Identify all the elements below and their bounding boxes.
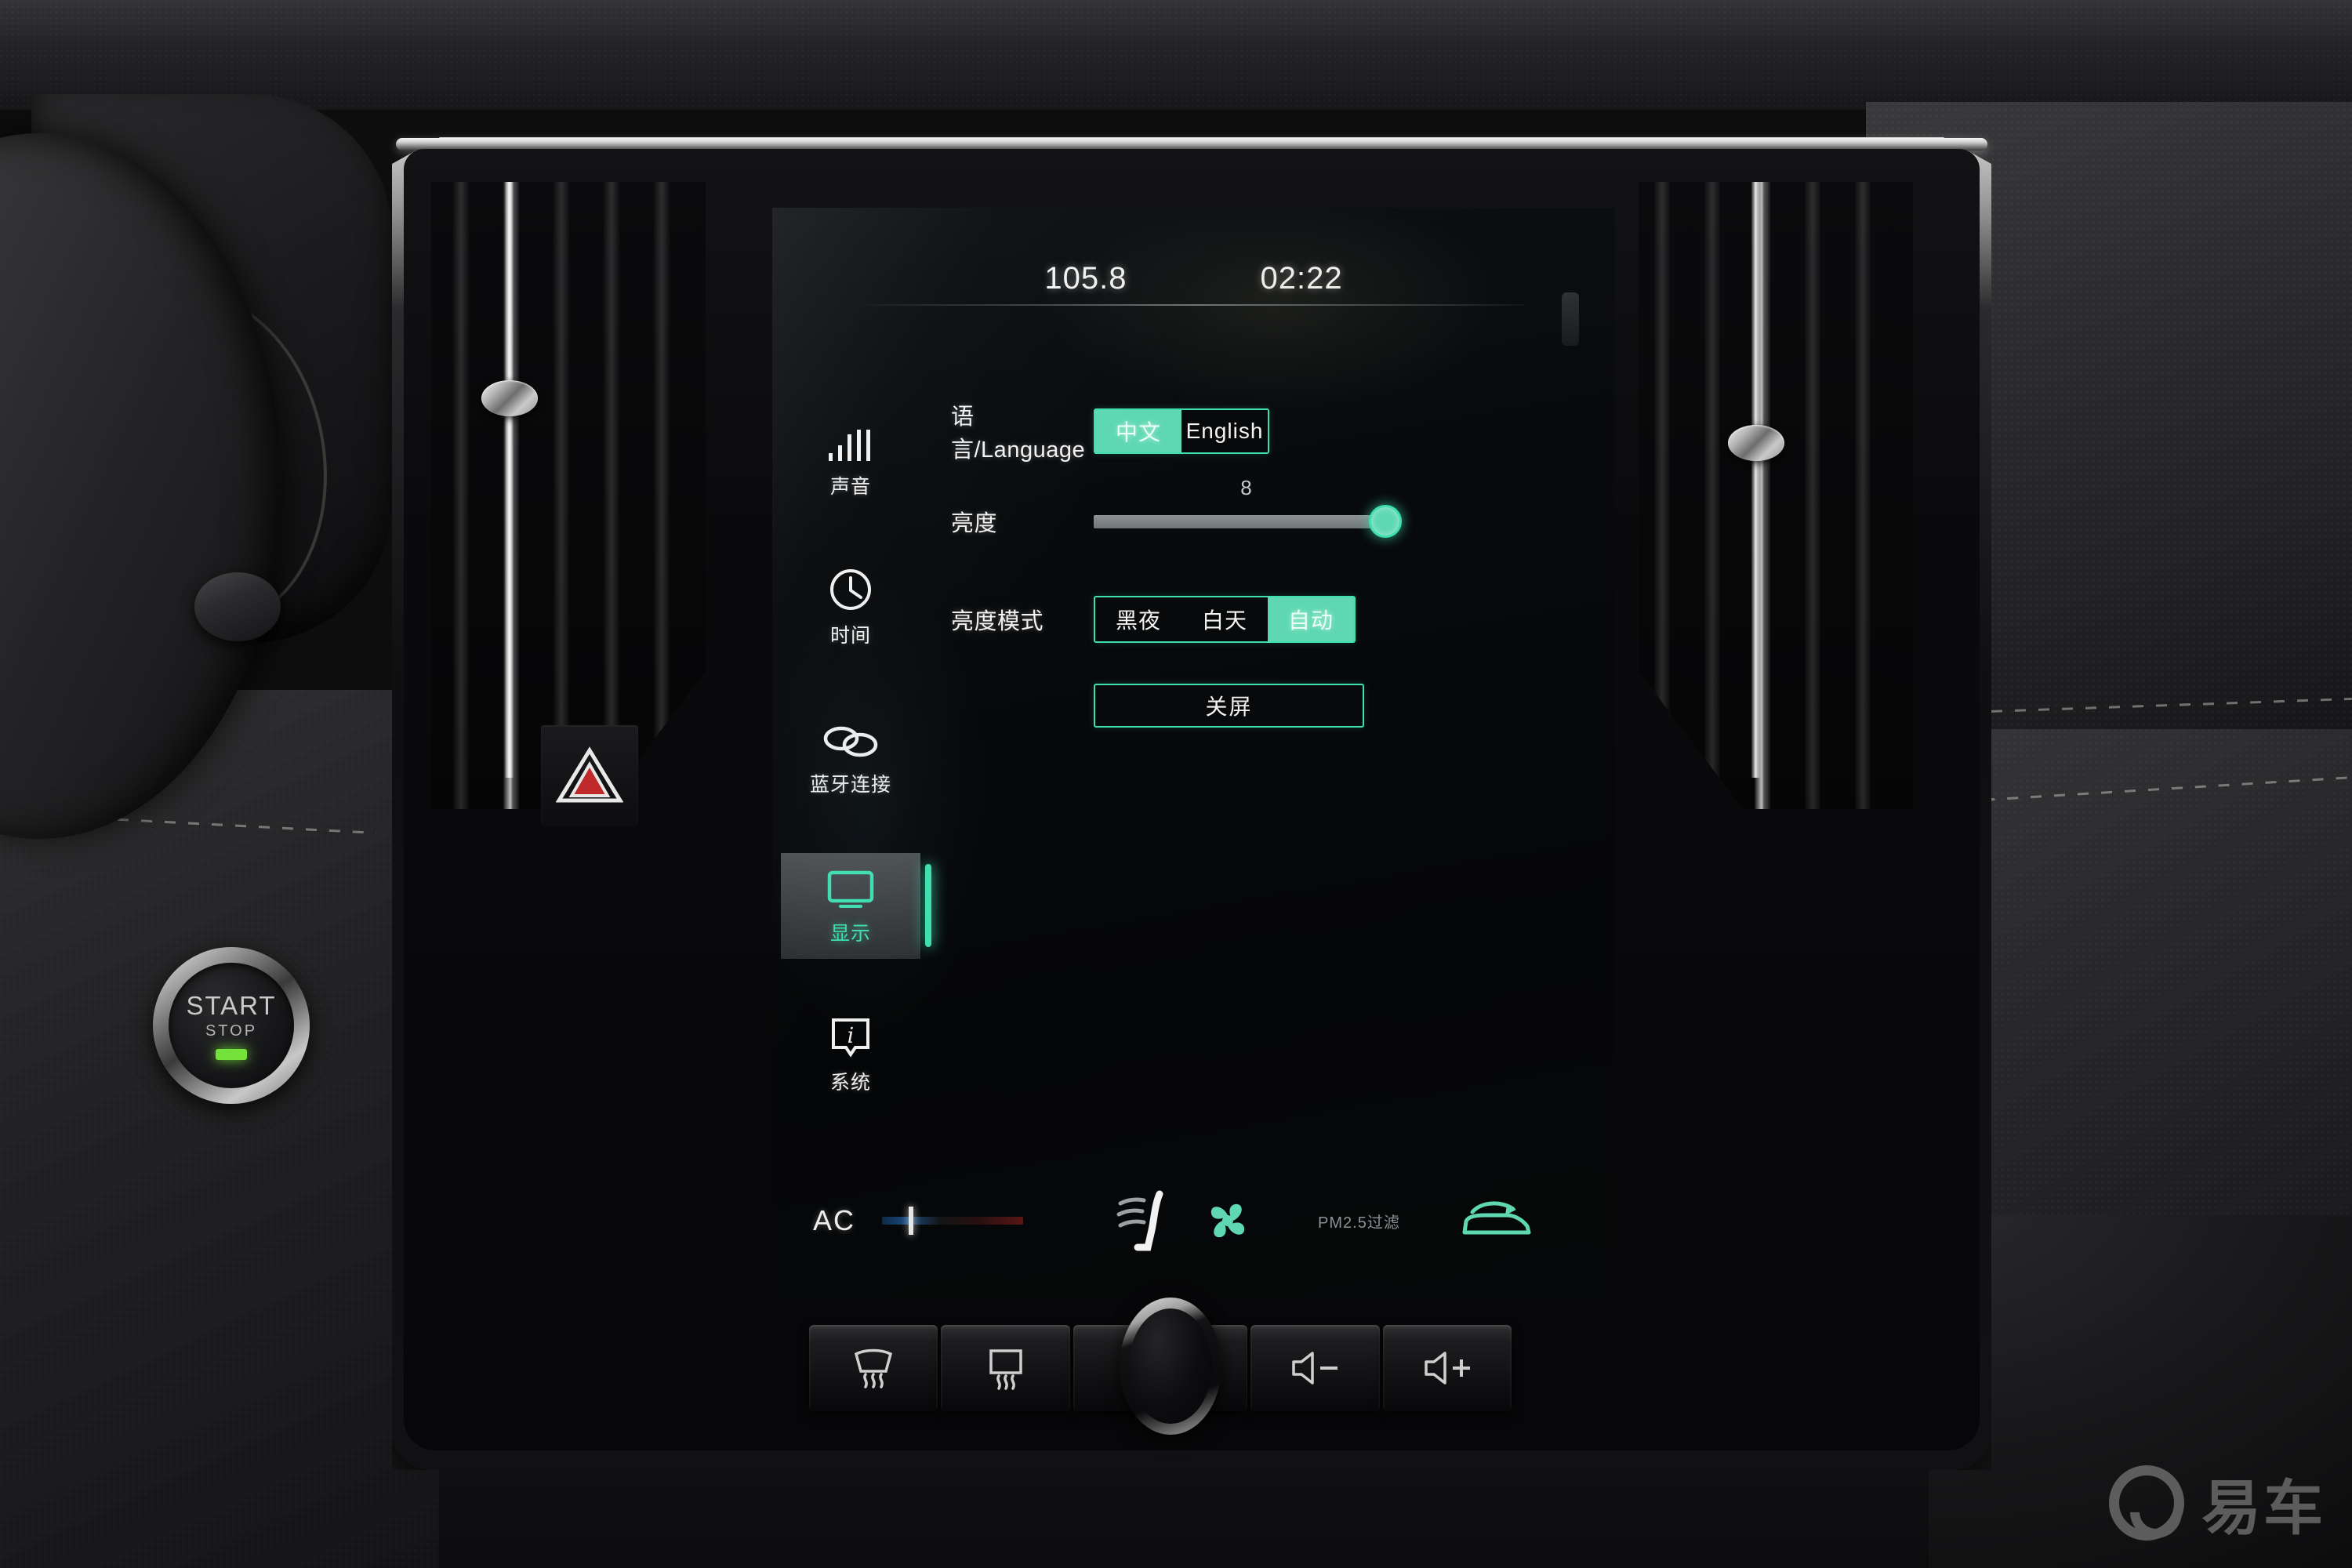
infotainment-screen[interactable]: 105.8 02:22 声音 时间 蓝牙连接 显示 i 系统 语言/Langua… <box>772 208 1615 1298</box>
settings-page: 声音 时间 蓝牙连接 显示 i 系统 语言/Language 中文 Englis… <box>772 345 1615 1164</box>
sidebar-label-sound: 声音 <box>829 476 871 498</box>
brightness-mode-auto[interactable]: 自动 <box>1268 597 1354 641</box>
sidebar-item-sound[interactable]: 声音 <box>781 406 920 512</box>
status-bar-divider <box>866 304 1525 306</box>
sidebar-label-bluetooth: 蓝牙连接 <box>809 774 891 796</box>
watermark-text: 易车 <box>2201 1473 2325 1543</box>
air-vent-right-dial[interactable] <box>1728 425 1784 461</box>
seat-airflow-button[interactable] <box>1116 1188 1178 1254</box>
start-stop-led-indicator <box>216 1049 247 1060</box>
hazard-triangle-icon <box>556 746 623 803</box>
start-stop-button[interactable]: START STOP <box>169 963 294 1088</box>
air-vent-left[interactable] <box>431 182 706 809</box>
brightness-slider[interactable]: 8 <box>1094 476 1402 545</box>
language-segmented-control[interactable]: 中文 English <box>1094 408 1269 454</box>
front-defrost-button[interactable] <box>809 1325 938 1411</box>
brightness-mode-label: 亮度模式 <box>951 609 1044 634</box>
air-vent-right-stem <box>1751 182 1760 778</box>
brightness-mode-row: 亮度模式 黑夜 白天 自动 <box>951 572 1615 666</box>
sidebar-item-system[interactable]: i 系统 <box>781 1002 920 1108</box>
rear-defrost-button[interactable] <box>941 1325 1070 1411</box>
watermark: 易车 <box>2109 1460 2325 1546</box>
brightness-mode-segmented-control[interactable]: 黑夜 白天 自动 <box>1094 596 1356 643</box>
car-dashboard-scene: 105.8 02:22 声音 时间 蓝牙连接 显示 i 系统 语言/Langua… <box>0 0 2352 1568</box>
speaker-plus-icon <box>1425 1352 1470 1385</box>
center-rotary-knob-face <box>1129 1308 1212 1424</box>
start-label: START <box>186 991 277 1020</box>
fan-button[interactable] <box>1203 1196 1252 1245</box>
watermark-logo-icon <box>2109 1465 2184 1541</box>
display-settings-rows: 语言/Language 中文 English 亮度 8 亮度模式 黑夜 白天 自… <box>929 345 1615 1164</box>
fan-icon <box>1210 1203 1245 1238</box>
info-icon: i <box>832 1018 869 1058</box>
brightness-slider-track[interactable] <box>1094 514 1399 528</box>
sidebar-label-time: 时间 <box>829 625 871 647</box>
brightness-mode-night[interactable]: 黑夜 <box>1095 597 1181 641</box>
monitor-icon <box>827 870 874 908</box>
air-vent-left-dial[interactable] <box>481 380 538 416</box>
recirculation-button[interactable] <box>1458 1198 1535 1243</box>
temperature-slider[interactable] <box>882 1207 1024 1235</box>
status-bar: 105.8 02:22 <box>772 251 1615 306</box>
climate-control-bar: AC PM2.5过滤 <box>772 1174 1615 1268</box>
stop-label: STOP <box>205 1022 258 1040</box>
sidebar-item-display[interactable]: 显示 <box>781 853 931 959</box>
clock-display: 02:22 <box>1260 260 1343 296</box>
brightness-row: 亮度 8 <box>951 470 1615 572</box>
volume-down-button[interactable] <box>1250 1325 1380 1411</box>
air-vent-right[interactable] <box>1639 182 1913 809</box>
radio-frequency-display: 105.8 <box>1044 260 1127 296</box>
temperature-slider-marker <box>909 1207 914 1235</box>
svg-text:i: i <box>848 1024 855 1048</box>
start-stop-bezel: START STOP <box>153 947 310 1104</box>
language-option-chinese[interactable]: 中文 <box>1095 410 1181 452</box>
status-bar-indicator <box>1562 292 1579 346</box>
seat-airflow-icon <box>1116 1190 1163 1251</box>
screen-off-button[interactable]: 关屏 <box>1094 684 1364 728</box>
clock-icon <box>830 569 871 610</box>
pm25-filter-label: PM2.5过滤 <box>1318 1214 1400 1232</box>
ac-toggle[interactable]: AC <box>813 1204 855 1237</box>
brightness-value: 8 <box>1240 476 1253 499</box>
rear-defrost-icon <box>989 1349 1022 1390</box>
cluster-dimmer-knob[interactable] <box>194 572 281 641</box>
volume-up-button[interactable] <box>1382 1325 1512 1411</box>
sound-bars-icon <box>829 430 870 461</box>
windshield-defrost-icon <box>855 1348 893 1388</box>
hazard-lights-button[interactable] <box>541 725 638 826</box>
speaker-minus-icon <box>1292 1352 1338 1385</box>
sidebar-label-system: 系统 <box>829 1072 871 1094</box>
air-vent-left-stem <box>505 182 514 778</box>
dashboard-top-pad <box>0 0 2352 110</box>
center-rotary-knob[interactable] <box>1120 1298 1221 1435</box>
screen-off-row: 关屏 <box>1094 684 1615 728</box>
sidebar-label-display: 显示 <box>829 923 871 945</box>
brightness-label: 亮度 <box>951 511 998 536</box>
bluetooth-link-icon <box>823 726 878 757</box>
recirculation-car-icon <box>1462 1201 1531 1235</box>
language-row: 语言/Language 中文 English <box>951 392 1615 470</box>
sidebar-item-bluetooth[interactable]: 蓝牙连接 <box>781 704 920 810</box>
sidebar-item-time[interactable]: 时间 <box>781 555 920 661</box>
language-option-english[interactable]: English <box>1181 410 1268 452</box>
settings-sidebar: 声音 时间 蓝牙连接 显示 i 系统 <box>772 345 931 1164</box>
language-label: 语言/Language <box>951 405 1086 463</box>
brightness-slider-thumb[interactable] <box>1369 505 1402 538</box>
brightness-mode-day[interactable]: 白天 <box>1181 597 1268 641</box>
